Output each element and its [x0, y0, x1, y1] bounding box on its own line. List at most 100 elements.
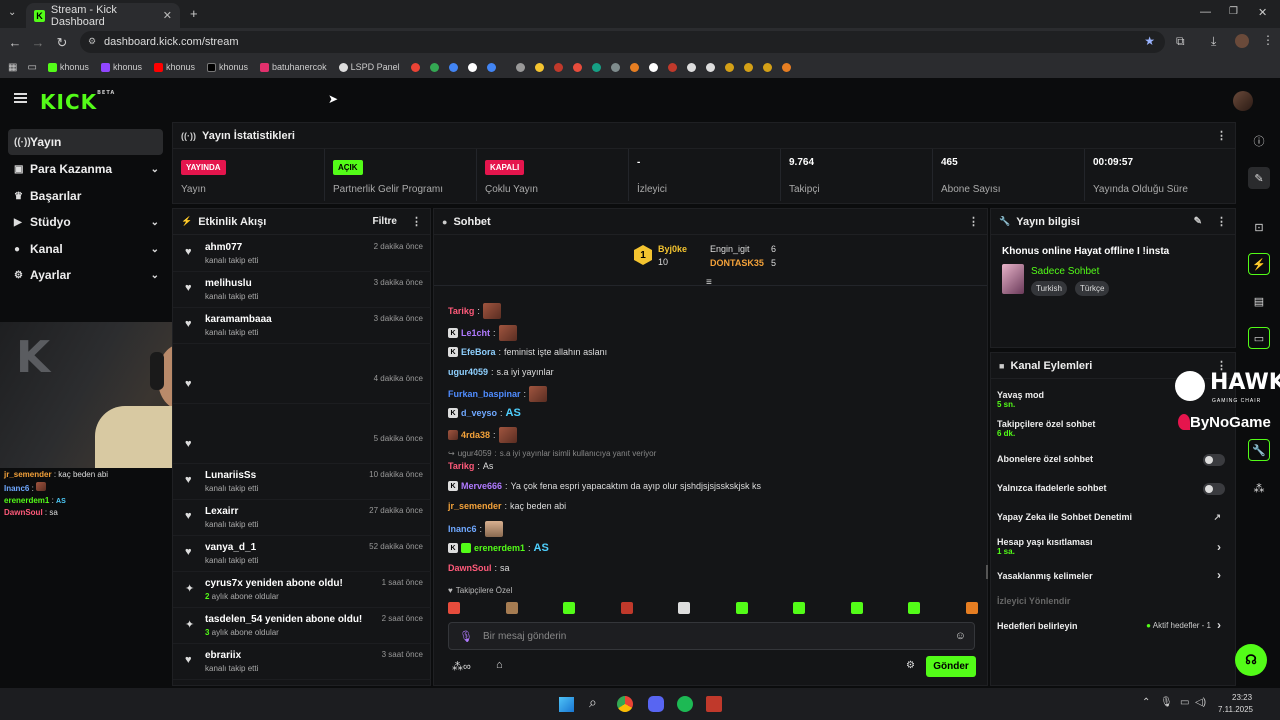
- user-avatar[interactable]: [1233, 91, 1253, 111]
- bookmark-icon[interactable]: [553, 62, 563, 72]
- new-tab-icon[interactable]: +: [190, 6, 198, 21]
- discord-icon[interactable]: [648, 696, 664, 712]
- restore-icon[interactable]: ❐: [1229, 6, 1238, 17]
- bookmark-icon[interactable]: [410, 62, 420, 72]
- kebab-menu-icon[interactable]: ⋮: [1216, 215, 1227, 228]
- kebab-menu-icon[interactable]: ⋮: [411, 215, 422, 228]
- sidebar-item-yayin[interactable]: ((·)) Yayın: [8, 129, 163, 155]
- folder-icon[interactable]: ▭: [27, 62, 36, 73]
- apps-icon[interactable]: ▦: [8, 62, 17, 73]
- bookmark-icon[interactable]: [762, 62, 772, 72]
- bookmark-icon[interactable]: [515, 62, 525, 72]
- bookmark-icon[interactable]: [686, 62, 696, 72]
- chat-scrollbar[interactable]: [986, 565, 988, 579]
- emote-icon[interactable]: [448, 602, 460, 614]
- kebab-menu-icon[interactable]: ⋮: [968, 215, 979, 228]
- filter-button[interactable]: Filtre: [373, 216, 397, 227]
- emote-icon[interactable]: [678, 602, 691, 614]
- sidebar-item-kanal[interactable]: ● Kanal ⌄: [8, 236, 163, 262]
- support-chat-icon[interactable]: ☊: [1235, 644, 1267, 676]
- chrome-icon[interactable]: [617, 696, 633, 712]
- bookmark-icon[interactable]: [629, 62, 639, 72]
- edit-icon[interactable]: ✎: [1194, 216, 1202, 227]
- bookmark-icon[interactable]: [610, 62, 620, 72]
- site-info-icon[interactable]: ⚙: [88, 36, 96, 47]
- app-icon[interactable]: [706, 696, 722, 712]
- banned-words-row[interactable]: Yasaklanmış kelimeler ›: [997, 568, 1225, 582]
- bookmark-star-icon[interactable]: ★: [1144, 34, 1155, 48]
- browser-menu-icon[interactable]: ⋮: [1262, 33, 1274, 47]
- account-age-row[interactable]: Hesap yaşı kısıtlaması 1 sa. ›: [997, 537, 1225, 556]
- sidebar-item-basarilar[interactable]: ♛ Başarılar: [8, 183, 163, 209]
- bookmark-icon[interactable]: [448, 62, 458, 72]
- emote-icon[interactable]: [620, 602, 633, 614]
- goals-row[interactable]: Hedefleri belirleyin ● Aktif hedefler - 1…: [997, 618, 1225, 632]
- network-icon[interactable]: ▭: [1180, 697, 1189, 708]
- emote-icon[interactable]: [793, 602, 806, 614]
- subscribers-only-toggle[interactable]: [1203, 454, 1225, 466]
- forward-icon[interactable]: →: [27, 35, 49, 50]
- bookmark-icon[interactable]: [429, 62, 439, 72]
- document-icon[interactable]: ▤: [1248, 290, 1270, 312]
- bookmark-instagram[interactable]: batuhanercok: [255, 62, 332, 72]
- mod-tools-icon[interactable]: ⁂∞: [452, 660, 471, 673]
- kebab-menu-icon[interactable]: ⋮: [1216, 129, 1227, 142]
- chat-settings-icon[interactable]: ⚙: [906, 660, 915, 671]
- browser-tab[interactable]: K Stream - Kick Dashboard ✕: [26, 3, 180, 28]
- profile-icon[interactable]: [1235, 34, 1249, 48]
- wrench-icon[interactable]: 🔧: [1248, 439, 1270, 461]
- mic-tray-icon[interactable]: 🎙: [1160, 697, 1173, 708]
- chat-input-box[interactable]: 🎙 Bir mesaj gönderin ☺: [448, 622, 975, 650]
- bookmark-x[interactable]: khonus: [202, 62, 253, 72]
- bookmark-icon[interactable]: [743, 62, 753, 72]
- minimize-icon[interactable]: —: [1200, 6, 1211, 18]
- bookmark-icon[interactable]: [534, 62, 544, 72]
- emoji-icon[interactable]: ☺: [955, 630, 966, 642]
- bookmark-lspd[interactable]: LSPD Panel: [334, 62, 405, 72]
- emote-icon[interactable]: [505, 602, 518, 614]
- camera-icon[interactable]: ⊡: [1248, 216, 1270, 238]
- emote-icon[interactable]: [908, 602, 921, 614]
- bookmark-icon[interactable]: [667, 62, 677, 72]
- ai-moderation-row[interactable]: Yapay Zeka ile Sohbet Denetimi ↗: [997, 512, 1225, 522]
- store-icon[interactable]: ⌂: [496, 659, 503, 671]
- edit-icon[interactable]: ✎: [1248, 167, 1270, 189]
- bookmark-icon[interactable]: [705, 62, 715, 72]
- bookmark-youtube[interactable]: khonus: [149, 62, 200, 72]
- bookmark-icon[interactable]: [591, 62, 601, 72]
- sidebar-item-ayarlar[interactable]: ⚙ Ayarlar ⌄: [8, 262, 163, 288]
- sidebar-item-studyo[interactable]: ▶ Stüdyo ⌄: [8, 209, 163, 235]
- chat-input[interactable]: Bir mesaj gönderin: [483, 631, 566, 642]
- extensions-icon[interactable]: ⧉: [1176, 34, 1185, 49]
- bookmark-icon[interactable]: [572, 62, 582, 72]
- tab-list-icon[interactable]: ⌄: [8, 7, 16, 18]
- hamburger-menu-icon[interactable]: [14, 93, 27, 103]
- clock-time[interactable]: 23:23: [1232, 693, 1252, 702]
- back-icon[interactable]: ←: [4, 35, 26, 50]
- volume-icon[interactable]: ◁): [1195, 697, 1206, 708]
- emote-icon[interactable]: [965, 602, 978, 614]
- close-tab-icon[interactable]: ✕: [163, 9, 172, 22]
- bookmark-icon[interactable]: [648, 62, 658, 72]
- microphone-icon[interactable]: 🎙: [459, 630, 473, 643]
- kick-logo[interactable]: KICKBETA: [40, 90, 115, 114]
- bookmark-icon[interactable]: [781, 62, 791, 72]
- bookmark-icon[interactable]: [724, 62, 734, 72]
- emote-icon[interactable]: [735, 602, 748, 614]
- chat-scroll-indicator-icon[interactable]: ≡: [706, 277, 712, 288]
- reload-icon[interactable]: ↻: [51, 35, 73, 51]
- spotify-icon[interactable]: [677, 696, 693, 712]
- info-icon[interactable]: ⓘ: [1248, 130, 1270, 152]
- start-icon[interactable]: [559, 697, 574, 712]
- sidebar-item-para-kazanma[interactable]: ▣ Para Kazanma ⌄: [8, 156, 163, 182]
- clock-date[interactable]: 7.11.2025: [1218, 705, 1253, 714]
- tray-chevron-icon[interactable]: ⌃: [1142, 697, 1150, 708]
- emotes-only-toggle[interactable]: [1203, 483, 1225, 495]
- emote-icon[interactable]: [850, 602, 863, 614]
- bookmark-icon[interactable]: [467, 62, 477, 72]
- close-window-icon[interactable]: ✕: [1258, 6, 1267, 19]
- send-button[interactable]: Gönder: [926, 656, 976, 677]
- bookmark-kick[interactable]: khonus: [43, 62, 94, 72]
- chat-icon[interactable]: ▭: [1248, 327, 1270, 349]
- bookmark-twitch[interactable]: khonus: [96, 62, 147, 72]
